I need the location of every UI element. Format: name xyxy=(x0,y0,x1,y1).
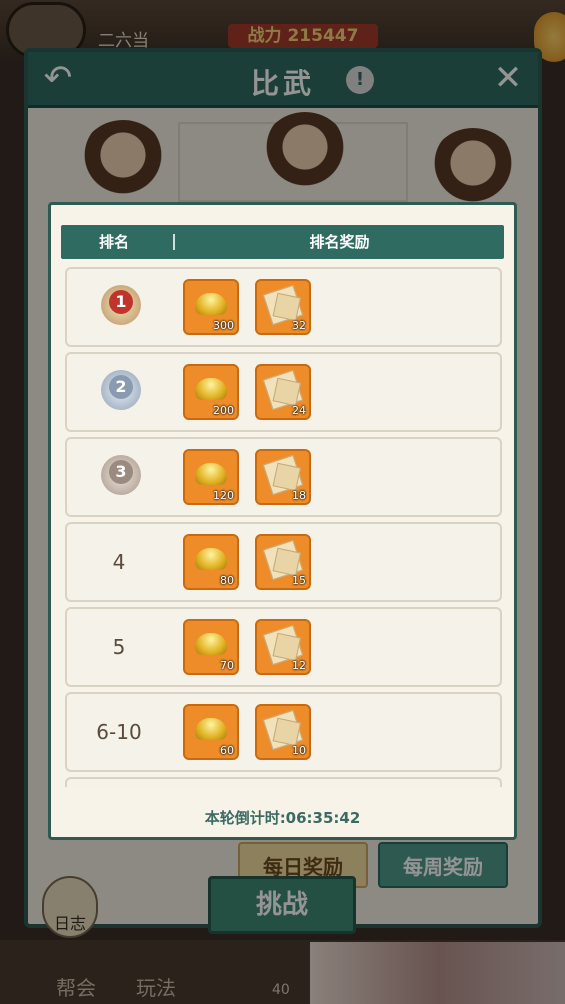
item-quantity: 80 xyxy=(220,574,234,587)
reward-row: 1 300 32 xyxy=(65,267,502,347)
rank-label: 4 xyxy=(112,550,126,574)
gold-ingot-icon xyxy=(195,548,227,570)
item-quantity: 200 xyxy=(213,404,234,417)
item-quantity: 24 xyxy=(292,404,306,417)
item-quantity: 120 xyxy=(213,489,234,502)
item-quantity: 60 xyxy=(220,744,234,757)
reward-list[interactable]: 1 300 32 2 200 24 3 120 18 4 80 15 5 70 … xyxy=(65,267,502,787)
reward-row: 5 70 12 xyxy=(65,607,502,687)
rank-number: 2 xyxy=(109,375,133,399)
table-header: 排名 排名奖励 xyxy=(61,225,504,259)
scroll-item[interactable]: 10 xyxy=(255,704,311,760)
gold-medal-icon: 1 xyxy=(101,285,141,325)
gold-ingot-item[interactable]: 200 xyxy=(183,364,239,420)
gold-ingot-item[interactable]: 60 xyxy=(183,704,239,760)
scroll-item[interactable]: 32 xyxy=(255,279,311,335)
scroll-item[interactable]: 15 xyxy=(255,534,311,590)
scroll-item[interactable]: 24 xyxy=(255,364,311,420)
reward-row: 4 80 15 xyxy=(65,522,502,602)
round-countdown: 本轮倒计时:06:35:42 xyxy=(204,809,361,827)
item-quantity: 10 xyxy=(292,744,306,757)
gold-ingot-icon xyxy=(195,463,227,485)
rank-number: 3 xyxy=(109,460,133,484)
gold-ingot-item[interactable]: 300 xyxy=(183,279,239,335)
item-quantity: 18 xyxy=(292,489,306,502)
gold-ingot-icon xyxy=(195,633,227,655)
item-quantity: 12 xyxy=(292,659,306,672)
reward-row-partial xyxy=(65,777,502,787)
scroll-item[interactable]: 12 xyxy=(255,619,311,675)
gold-ingot-item[interactable]: 80 xyxy=(183,534,239,590)
gold-ingot-icon xyxy=(195,293,227,315)
column-reward: 排名奖励 xyxy=(309,233,370,251)
gold-ingot-item[interactable]: 120 xyxy=(183,449,239,505)
rank-label: 5 xyxy=(112,635,126,659)
silver-medal-icon: 2 xyxy=(101,370,141,410)
reward-row: 6-10 60 10 xyxy=(65,692,502,772)
reward-row: 2 200 24 xyxy=(65,352,502,432)
column-rank: 排名 xyxy=(98,233,129,251)
gold-ingot-icon xyxy=(195,378,227,400)
scroll-item[interactable]: 18 xyxy=(255,449,311,505)
gold-ingot-item[interactable]: 70 xyxy=(183,619,239,675)
item-quantity: 300 xyxy=(213,319,234,332)
item-quantity: 70 xyxy=(220,659,234,672)
bronze-medal-icon: 3 xyxy=(101,455,141,495)
item-quantity: 15 xyxy=(292,574,306,587)
rank-number: 1 xyxy=(109,290,133,314)
rank-label: 6-10 xyxy=(96,720,142,744)
rank-reward-dialog: 排名 排名奖励 1 300 32 2 200 24 3 120 18 4 80 … xyxy=(48,202,517,840)
item-quantity: 32 xyxy=(292,319,306,332)
gold-ingot-icon xyxy=(195,718,227,740)
reward-row: 3 120 18 xyxy=(65,437,502,517)
